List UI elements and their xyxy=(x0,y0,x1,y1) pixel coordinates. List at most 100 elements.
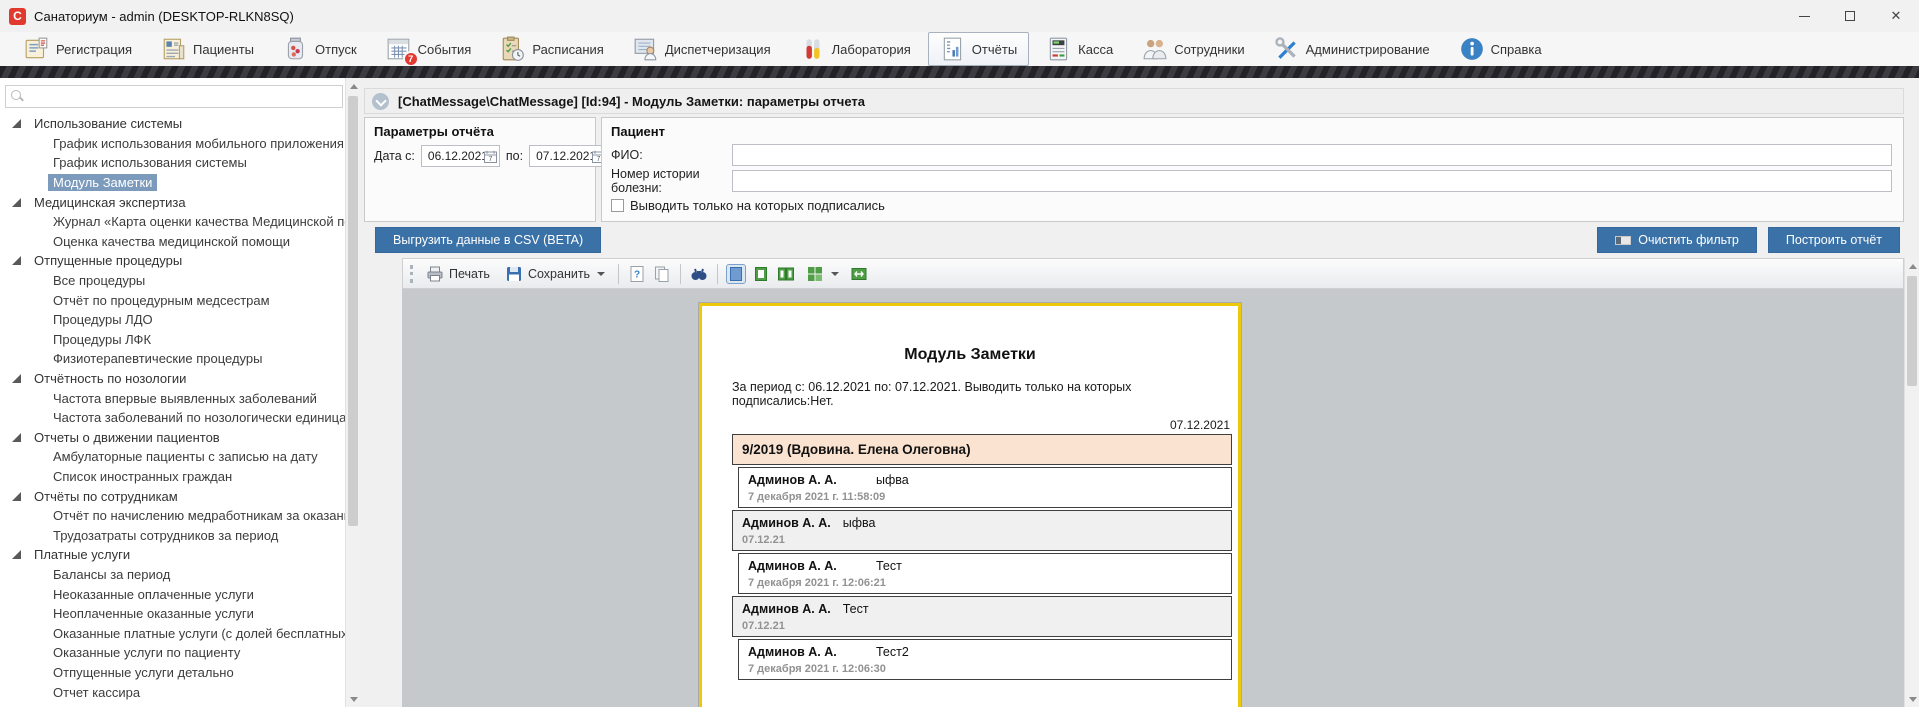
tree-group-procedures[interactable]: Отпущенные процедуры xyxy=(0,251,345,271)
toolbar-item-schedules[interactable]: Расписания xyxy=(488,32,615,66)
maximize-button[interactable] xyxy=(1827,0,1873,32)
toolbar-item-registration[interactable]: Регистрация xyxy=(12,32,144,66)
fio-label: ФИО: xyxy=(611,148,726,162)
note-timestamp: 7 декабря 2021 г. 12:06:30 xyxy=(748,663,1222,675)
search-input[interactable] xyxy=(28,86,342,107)
toolbar-item-laboratory[interactable]: Лаборатория xyxy=(788,32,923,66)
tree-group-nosology[interactable]: Отчётность по нозологии xyxy=(0,369,345,389)
expander-icon[interactable] xyxy=(12,433,21,442)
search-binoculars-icon[interactable] xyxy=(690,265,708,283)
multi-page-view-icon xyxy=(806,265,824,283)
history-number-input[interactable] xyxy=(732,170,1892,192)
tree-item[interactable]: Неоплаченные оказанные услуги xyxy=(0,604,345,624)
single-page-view-icon[interactable] xyxy=(727,265,745,283)
dispatch-icon xyxy=(633,36,659,62)
page-setup-icon[interactable]: ? xyxy=(628,265,646,283)
events-badge: 7 xyxy=(403,51,419,67)
toolbar-item-administration[interactable]: Администрирование xyxy=(1262,32,1442,66)
expander-icon[interactable] xyxy=(12,119,21,128)
tree-item[interactable]: Процедуры ЛФК xyxy=(0,330,345,350)
report-period-line: За период с: 06.12.2021 по: 07.12.2021. … xyxy=(732,380,1232,408)
scroll-up-icon[interactable] xyxy=(1905,258,1919,274)
page-width-view-icon[interactable] xyxy=(752,265,770,283)
fit-page-icon[interactable] xyxy=(850,265,868,283)
build-report-button[interactable]: Построить отчёт xyxy=(1768,227,1900,253)
note-row: Админов А. А.Тест2 7 декабря 2021 г. 12:… xyxy=(738,639,1232,680)
window-controls: ✕ xyxy=(1781,0,1919,32)
print-button[interactable]: Печать xyxy=(422,263,494,285)
minimize-button[interactable] xyxy=(1781,0,1827,32)
tree-group-staff-reports[interactable]: Отчёты по сотрудникам xyxy=(0,486,345,506)
calendar-icon[interactable]: 7 xyxy=(484,150,497,163)
tree-item[interactable]: Отчёт по процедурным медсестрам xyxy=(0,290,345,310)
tree-item[interactable]: Частота заболеваний по нозологически еди… xyxy=(0,408,345,428)
tree-group-patient-movement[interactable]: Отчеты о движении пациентов xyxy=(0,428,345,448)
report-scrollbar[interactable] xyxy=(1904,258,1919,707)
toolbar-item-events[interactable]: 7 События xyxy=(374,32,484,66)
tree-item[interactable]: Трудозатраты сотрудников за период xyxy=(0,525,345,545)
toolbar-item-reports[interactable]: Отчёты xyxy=(928,32,1029,66)
tree-item[interactable]: Отчет кассира xyxy=(0,682,345,702)
export-csv-button[interactable]: Выгрузить данные в CSV (BETA) xyxy=(375,227,601,253)
toolbar-item-label: Лаборатория xyxy=(832,42,911,57)
clear-filter-button[interactable]: Очистить фильтр xyxy=(1597,227,1757,253)
multi-page-view-button[interactable] xyxy=(802,263,843,285)
copy-page-icon[interactable] xyxy=(653,265,671,283)
tree-item[interactable]: График использования мобильного приложен… xyxy=(0,134,345,154)
subscribed-only-checkbox[interactable] xyxy=(611,199,624,212)
save-button[interactable]: Сохранить xyxy=(501,263,609,285)
fio-input[interactable] xyxy=(732,144,1892,166)
tree-item[interactable]: График использования системы xyxy=(0,153,345,173)
expander-icon[interactable] xyxy=(12,492,21,501)
expander-icon[interactable] xyxy=(12,198,21,207)
date-to-input[interactable]: 07.12.2021 7 xyxy=(529,145,608,167)
tree-item[interactable]: Неоказанные оплаченные услуги xyxy=(0,584,345,604)
tree-item[interactable]: Физиотерапевтические процедуры xyxy=(0,349,345,369)
report-params-header[interactable]: [ChatMessage\ChatMessage] [Id:94] - Моду… xyxy=(364,88,1904,114)
expander-icon[interactable] xyxy=(12,374,21,383)
tree-item[interactable]: Отчёт по начислению медработникам за ока… xyxy=(0,506,345,526)
expander-icon[interactable] xyxy=(12,550,21,559)
toolbar-item-vacation[interactable]: Отпуск xyxy=(271,32,369,66)
tree-item[interactable]: Оказанные платные услуги (с долей беспла… xyxy=(0,623,345,643)
toolbar-item-help[interactable]: Справка xyxy=(1447,32,1554,66)
note-row: Админов А. А.Тест 07.12.21 xyxy=(732,596,1232,637)
toolbar-item-patients[interactable]: Пациенты xyxy=(149,32,266,66)
date-from-input[interactable]: 06.12.2021 7 xyxy=(421,145,500,167)
expander-icon[interactable] xyxy=(12,256,21,265)
note-timestamp: 07.12.21 xyxy=(742,534,1222,546)
tree-item-selected[interactable]: Модуль Заметки xyxy=(0,173,345,193)
toolbar-drag-handle[interactable] xyxy=(410,265,413,283)
tree-item[interactable]: Отпущенные услуги детально xyxy=(0,663,345,683)
close-button[interactable]: ✕ xyxy=(1873,0,1919,32)
report-canvas[interactable]: Модуль Заметки За период с: 06.12.2021 п… xyxy=(402,289,1904,707)
sidebar-scrollbar[interactable] xyxy=(345,78,360,707)
tree-item[interactable]: Оказанные услуги по пациенту xyxy=(0,643,345,663)
scroll-down-icon[interactable] xyxy=(1905,691,1919,707)
scrollbar-thumb[interactable] xyxy=(348,96,358,526)
tree-item[interactable]: Частота впервые выявленных заболеваний xyxy=(0,388,345,408)
tree-group-paid-services[interactable]: Платные услуги xyxy=(0,545,345,565)
titlebar: C Санаториум - admin (DESKTOP-RLKN8SQ) ✕ xyxy=(0,0,1919,32)
tree-item[interactable]: Амбулаторные пациенты с записью на дату xyxy=(0,447,345,467)
tree-item[interactable]: Балансы за период xyxy=(0,565,345,585)
tree-group-system-usage[interactable]: Использование системы xyxy=(0,114,345,134)
tree-item[interactable]: Все процедуры xyxy=(0,271,345,291)
two-page-view-icon[interactable] xyxy=(777,265,795,283)
reports-tree: Использование системы График использован… xyxy=(0,114,345,707)
toolbar-item-staff[interactable]: Сотрудники xyxy=(1130,32,1256,66)
toolbar-item-cashdesk[interactable]: Касса xyxy=(1034,32,1125,66)
scroll-up-icon[interactable] xyxy=(346,78,361,94)
tree-item[interactable]: Процедуры ЛДО xyxy=(0,310,345,330)
scrollbar-thumb[interactable] xyxy=(1907,276,1917,386)
scroll-down-icon[interactable] xyxy=(346,691,361,707)
collapse-chevron-icon[interactable] xyxy=(372,93,389,110)
tree-item[interactable]: Список иностранных граждан xyxy=(0,467,345,487)
administration-icon xyxy=(1274,36,1300,62)
toolbar-item-dispatch[interactable]: Диспетчеризация xyxy=(621,32,783,66)
tree-item[interactable]: Журнал «Карта оценки качества Медицинско… xyxy=(0,212,345,232)
report-viewer: Печать Сохранить ? xyxy=(402,258,1904,707)
sidebar-search[interactable] xyxy=(5,85,343,108)
tree-group-medical-expertise[interactable]: Медицинская экспертиза xyxy=(0,192,345,212)
tree-item[interactable]: Оценка качества медицинской помощи xyxy=(0,232,345,252)
